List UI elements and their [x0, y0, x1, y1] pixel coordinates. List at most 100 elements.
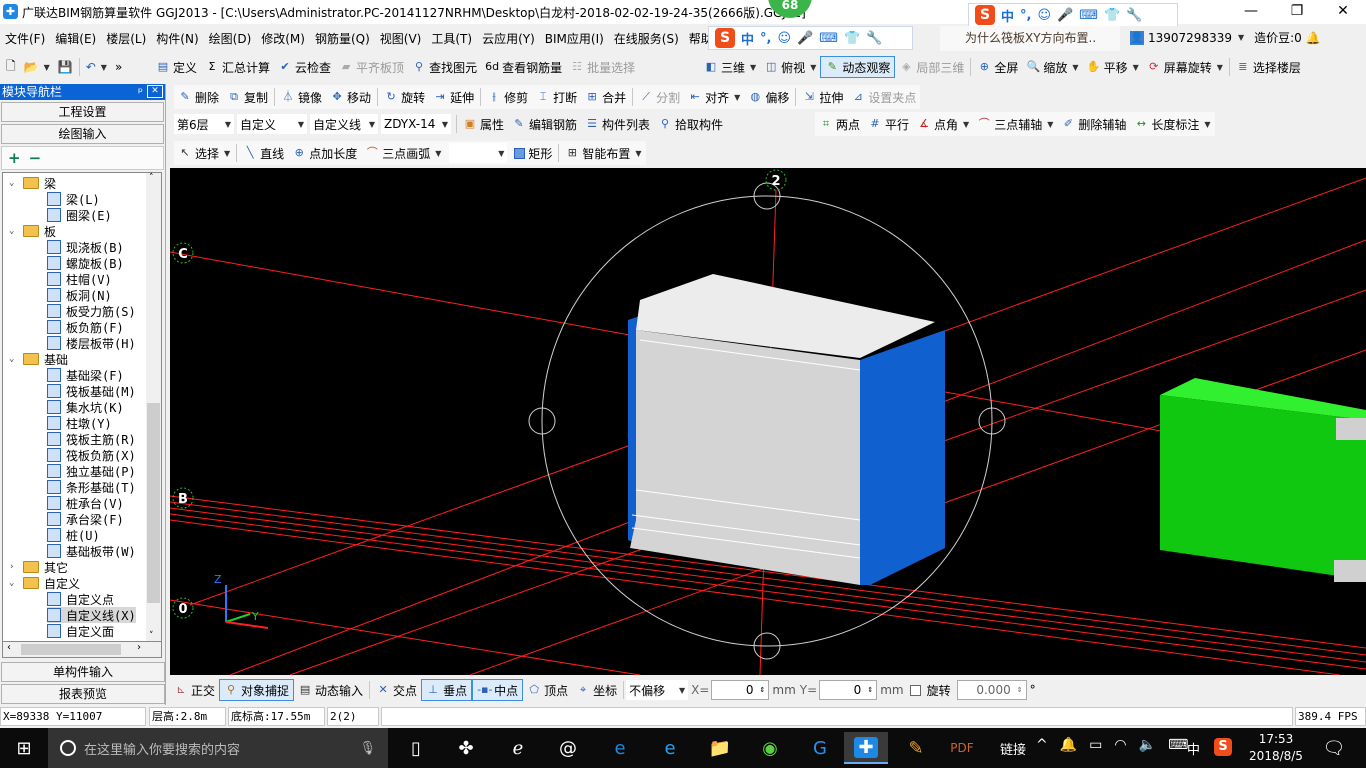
menu-tools[interactable]: 工具(T) [426, 30, 477, 47]
fullscreen-button[interactable]: ⊕ 全屏 [973, 56, 1022, 78]
vertex-snap-button[interactable]: ⬠ 顶点 [523, 679, 572, 701]
mic-icon[interactable]: 🎤 [797, 31, 813, 46]
tree-vertical-scrollbar[interactable]: ˄ ˅ [146, 173, 161, 641]
category-select[interactable]: 自定义 ▼ [237, 114, 307, 134]
3d-button[interactable]: ◧ 三维 ▼ [700, 56, 760, 78]
scrollbar-thumb[interactable] [147, 403, 160, 603]
tree-folder[interactable]: ⌄ 基础 [9, 351, 68, 367]
tree-item[interactable]: 板洞(N) [47, 287, 112, 303]
tree-item[interactable]: 基础板带(W) [47, 543, 136, 559]
open-folder-icon[interactable]: 📂 ▼ [20, 56, 54, 78]
menu-component[interactable]: 构件(N) [151, 30, 203, 47]
menu-rebar[interactable]: 钢筋量(Q) [310, 30, 375, 47]
axis-label-2[interactable]: 2 [765, 169, 787, 191]
user-phone[interactable]: 13907298339 [1148, 31, 1232, 45]
perpendicular-snap-button[interactable]: ⊥ 垂点 [421, 679, 473, 701]
type-select[interactable]: 自定义线 ▼ [310, 114, 378, 134]
local-3d-button[interactable]: ◈ 局部三维 [895, 56, 968, 78]
menu-edit[interactable]: 编辑(E) [50, 30, 101, 47]
tray-icons[interactable]: ^ 🔔 ▭ ◠ 🔈 ⌨ [1036, 737, 1188, 753]
tree-item[interactable]: 自定义点 [47, 591, 114, 607]
pdf-app-icon[interactable]: PDF [940, 732, 984, 764]
link-label[interactable]: 链接 [1000, 739, 1026, 758]
break-button[interactable]: ⌶ 打断 [532, 86, 581, 108]
mic-icon[interactable]: 🎤 [1057, 8, 1073, 23]
action-center-icon[interactable]: 🗨 [1312, 732, 1356, 764]
task-view-icon[interactable]: ▯ [394, 732, 438, 764]
tree-item[interactable]: 柱墩(Y) [47, 415, 112, 431]
foundation-block[interactable] [628, 274, 945, 585]
coordinate-snap-button[interactable]: ⌖ 坐标 [572, 679, 621, 701]
menu-online[interactable]: 在线服务(S) [609, 30, 684, 47]
tree-item[interactable]: 梁(L) [47, 191, 100, 207]
two-point-axis-button[interactable]: ⌗ 两点 [815, 113, 864, 135]
find-element-button[interactable]: ⚲ 查找图元 [408, 56, 481, 78]
define-button[interactable]: ▤ 定义 [152, 56, 201, 78]
properties-button[interactable]: ▣ 属性 [459, 113, 508, 135]
extend-button[interactable]: ⇥ 延伸 [429, 86, 478, 108]
ortho-button[interactable]: ⊾ 正交 [170, 679, 219, 701]
restore-button[interactable]: ❐ [1274, 0, 1320, 24]
tree-item[interactable]: 自定义线(X) [47, 607, 136, 623]
midpoint-snap-button[interactable]: -▪- 中点 [472, 679, 524, 701]
three-point-axis-button[interactable]: ⌒ 三点辅轴 ▼ [973, 113, 1057, 135]
menu-draw[interactable]: 绘图(D) [204, 30, 257, 47]
tree-item[interactable]: 楼层板带(H) [47, 335, 136, 351]
file-explorer-icon[interactable]: 📁 [698, 732, 742, 764]
ie-icon[interactable]: e [648, 732, 692, 764]
smiley-icon[interactable]: ☺ [1037, 8, 1051, 23]
ime-punct[interactable]: °, [760, 31, 771, 46]
fan-app-icon[interactable]: ✤ [444, 732, 488, 764]
tree-folder[interactable]: ⌄ 梁 [9, 175, 56, 191]
pin-icon[interactable]: ᵖ [138, 84, 143, 100]
menu-bim[interactable]: BIM应用(I) [540, 30, 609, 47]
delete-axis-button[interactable]: ✐ 删除辅轴 [1057, 113, 1130, 135]
skin-icon[interactable]: 👕 [844, 31, 860, 46]
tree-item[interactable]: 自定义面 [47, 623, 114, 639]
minimize-button[interactable]: — [1228, 0, 1274, 24]
ime-lang[interactable]: 中 [1001, 6, 1014, 25]
dynamic-input-button[interactable]: ▤ 动态输入 [294, 679, 367, 701]
tree-item[interactable]: 独立基础(P) [47, 463, 136, 479]
align-button[interactable]: ⇤ 对齐 ▼ [684, 86, 744, 108]
rotate-input[interactable]: 0.000 ⇕ [956, 680, 1027, 700]
skin-icon[interactable]: 👕 [1104, 8, 1120, 23]
tree-item[interactable]: 承台梁(F) [47, 511, 124, 527]
screen-rotate-button[interactable]: ⟳ 屏幕旋转 ▼ [1143, 56, 1227, 78]
tree-item[interactable]: 条形基础(T) [47, 479, 136, 495]
tree-item[interactable]: 筏板负筋(X) [47, 447, 136, 463]
ime-punct[interactable]: °, [1020, 8, 1031, 23]
ie-old-icon[interactable]: ℯ [496, 732, 540, 764]
drawing-input-button[interactable]: 绘图输入 [1, 124, 164, 144]
tree-item[interactable]: 板负筋(F) [47, 319, 124, 335]
chevron-right-icon[interactable]: › [9, 562, 21, 572]
chevron-down-icon[interactable]: ⌄ [9, 354, 21, 364]
component-list-button[interactable]: ☰ 构件列表 [581, 113, 654, 135]
calculate-button[interactable]: Σ 汇总计算 [201, 56, 274, 78]
zoom-button[interactable]: 🔍 缩放 ▼ [1022, 56, 1082, 78]
batch-select-button[interactable]: ☷ 批量选择 [566, 56, 639, 78]
rotate-checkbox[interactable] [909, 684, 921, 696]
orbit-button[interactable]: ✎ 动态观察 [820, 56, 896, 78]
parallel-axis-button[interactable]: # 平行 [864, 113, 913, 135]
tree-item[interactable]: 圈梁(E) [47, 207, 112, 223]
point-length-button[interactable]: ⊕ 点加长度 [288, 142, 361, 164]
line-button[interactable]: ╲ 直线 [239, 142, 288, 164]
save-icon[interactable]: 💾 [54, 56, 77, 78]
start-button[interactable]: ⊞ [2, 732, 46, 764]
view-rebar-button[interactable]: 6d 查看钢筋量 [481, 56, 566, 78]
menu-view[interactable]: 视图(V) [375, 30, 427, 47]
tree-item[interactable]: 集水坑(K) [47, 399, 124, 415]
wrench-icon[interactable]: 🔧 [1126, 8, 1142, 23]
rectangle-button[interactable]: 矩形 [510, 142, 556, 164]
tree-folder[interactable]: ⌄ 板 [9, 223, 56, 239]
tree-item[interactable]: 柱帽(V) [47, 271, 112, 287]
notes-app-icon[interactable]: ✎ [894, 732, 938, 764]
offset-select[interactable]: 不偏移 ▼ [626, 680, 689, 700]
stretch-button[interactable]: ⇲ 拉伸 [798, 86, 847, 108]
tree-item[interactable]: 板受力筋(S) [47, 303, 136, 319]
question-link[interactable]: 为什么筏板XY方向布置.. [940, 26, 1120, 51]
menu-modify[interactable]: 修改(M) [256, 30, 310, 47]
ime-toolbar[interactable]: S 中 °, ☺ 🎤 ⌨ 👕 🔧 [968, 3, 1178, 27]
set-grip-button[interactable]: ⊿ 设置夹点 [847, 86, 920, 108]
